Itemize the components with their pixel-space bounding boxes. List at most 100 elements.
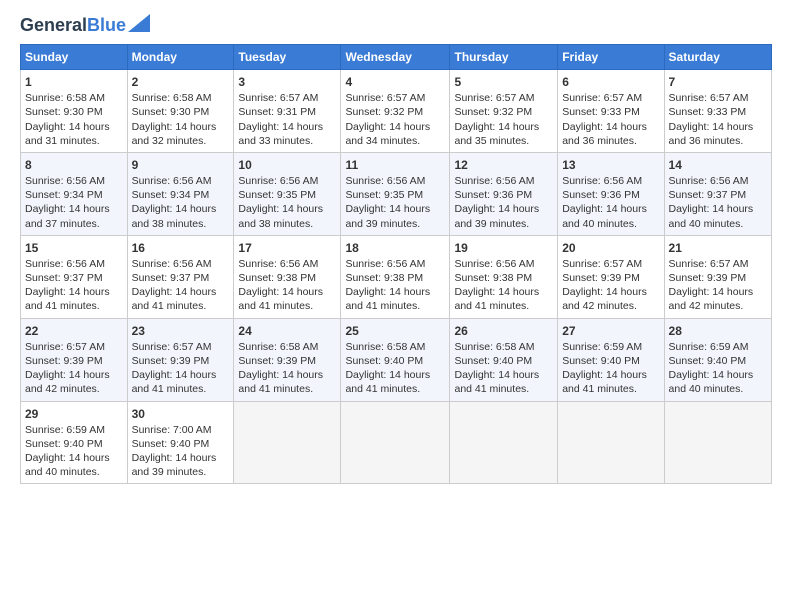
calendar-cell: 3 Sunrise: 6:57 AM Sunset: 9:31 PM Dayli… bbox=[234, 70, 341, 153]
sunset-label: Sunset: 9:40 PM bbox=[132, 438, 210, 450]
sunset-label: Sunset: 9:34 PM bbox=[132, 189, 210, 201]
daylight-label: Daylight: 14 hours and 41 minutes. bbox=[345, 286, 430, 312]
calendar-cell: 1 Sunrise: 6:58 AM Sunset: 9:30 PM Dayli… bbox=[21, 70, 128, 153]
calendar-cell: 25 Sunrise: 6:58 AM Sunset: 9:40 PM Dayl… bbox=[341, 318, 450, 401]
calendar-cell: 24 Sunrise: 6:58 AM Sunset: 9:39 PM Dayl… bbox=[234, 318, 341, 401]
calendar-cell bbox=[558, 401, 664, 484]
calendar-cell: 2 Sunrise: 6:58 AM Sunset: 9:30 PM Dayli… bbox=[127, 70, 234, 153]
sunset-label: Sunset: 9:40 PM bbox=[25, 438, 103, 450]
daylight-label: Daylight: 14 hours and 40 minutes. bbox=[25, 452, 110, 478]
sunset-label: Sunset: 9:40 PM bbox=[562, 355, 640, 367]
sunrise-label: Sunrise: 6:57 AM bbox=[562, 92, 642, 104]
sunset-label: Sunset: 9:36 PM bbox=[454, 189, 532, 201]
sunset-label: Sunset: 9:40 PM bbox=[669, 355, 747, 367]
calendar-cell: 21 Sunrise: 6:57 AM Sunset: 9:39 PM Dayl… bbox=[664, 235, 771, 318]
sunrise-label: Sunrise: 6:56 AM bbox=[669, 175, 749, 187]
day-number: 16 bbox=[132, 240, 230, 256]
daylight-label: Daylight: 14 hours and 39 minutes. bbox=[454, 203, 539, 229]
sunset-label: Sunset: 9:37 PM bbox=[132, 272, 210, 284]
daylight-label: Daylight: 14 hours and 39 minutes. bbox=[345, 203, 430, 229]
col-tuesday: Tuesday bbox=[234, 45, 341, 70]
sunset-label: Sunset: 9:34 PM bbox=[25, 189, 103, 201]
daylight-label: Daylight: 14 hours and 35 minutes. bbox=[454, 121, 539, 147]
sunrise-label: Sunrise: 6:57 AM bbox=[454, 92, 534, 104]
day-number: 24 bbox=[238, 323, 336, 339]
day-number: 29 bbox=[25, 406, 123, 422]
daylight-label: Daylight: 14 hours and 41 minutes. bbox=[132, 369, 217, 395]
col-wednesday: Wednesday bbox=[341, 45, 450, 70]
calendar-cell: 17 Sunrise: 6:56 AM Sunset: 9:38 PM Dayl… bbox=[234, 235, 341, 318]
sunrise-label: Sunrise: 6:57 AM bbox=[132, 341, 212, 353]
daylight-label: Daylight: 14 hours and 40 minutes. bbox=[669, 369, 754, 395]
col-friday: Friday bbox=[558, 45, 664, 70]
sunset-label: Sunset: 9:40 PM bbox=[454, 355, 532, 367]
sunset-label: Sunset: 9:38 PM bbox=[238, 272, 316, 284]
sunset-label: Sunset: 9:31 PM bbox=[238, 106, 316, 118]
daylight-label: Daylight: 14 hours and 41 minutes. bbox=[454, 286, 539, 312]
sunset-label: Sunset: 9:37 PM bbox=[25, 272, 103, 284]
daylight-label: Daylight: 14 hours and 33 minutes. bbox=[238, 121, 323, 147]
sunrise-label: Sunrise: 6:56 AM bbox=[345, 175, 425, 187]
calendar-cell: 4 Sunrise: 6:57 AM Sunset: 9:32 PM Dayli… bbox=[341, 70, 450, 153]
sunset-label: Sunset: 9:39 PM bbox=[669, 272, 747, 284]
sunrise-label: Sunrise: 6:58 AM bbox=[238, 341, 318, 353]
daylight-label: Daylight: 14 hours and 31 minutes. bbox=[25, 121, 110, 147]
calendar-cell: 28 Sunrise: 6:59 AM Sunset: 9:40 PM Dayl… bbox=[664, 318, 771, 401]
sunrise-label: Sunrise: 6:59 AM bbox=[562, 341, 642, 353]
day-number: 1 bbox=[25, 74, 123, 90]
day-number: 10 bbox=[238, 157, 336, 173]
calendar-cell: 9 Sunrise: 6:56 AM Sunset: 9:34 PM Dayli… bbox=[127, 152, 234, 235]
day-number: 27 bbox=[562, 323, 659, 339]
calendar-week-row: 29 Sunrise: 6:59 AM Sunset: 9:40 PM Dayl… bbox=[21, 401, 772, 484]
daylight-label: Daylight: 14 hours and 42 minutes. bbox=[562, 286, 647, 312]
calendar-cell: 10 Sunrise: 6:56 AM Sunset: 9:35 PM Dayl… bbox=[234, 152, 341, 235]
calendar-cell: 20 Sunrise: 6:57 AM Sunset: 9:39 PM Dayl… bbox=[558, 235, 664, 318]
daylight-label: Daylight: 14 hours and 36 minutes. bbox=[669, 121, 754, 147]
daylight-label: Daylight: 14 hours and 41 minutes. bbox=[345, 369, 430, 395]
day-number: 9 bbox=[132, 157, 230, 173]
logo: GeneralBlue bbox=[20, 16, 150, 34]
sunset-label: Sunset: 9:37 PM bbox=[669, 189, 747, 201]
day-number: 30 bbox=[132, 406, 230, 422]
sunset-label: Sunset: 9:38 PM bbox=[454, 272, 532, 284]
daylight-label: Daylight: 14 hours and 38 minutes. bbox=[132, 203, 217, 229]
calendar-week-row: 8 Sunrise: 6:56 AM Sunset: 9:34 PM Dayli… bbox=[21, 152, 772, 235]
sunset-label: Sunset: 9:39 PM bbox=[132, 355, 210, 367]
sunset-label: Sunset: 9:39 PM bbox=[25, 355, 103, 367]
daylight-label: Daylight: 14 hours and 42 minutes. bbox=[669, 286, 754, 312]
calendar-cell: 7 Sunrise: 6:57 AM Sunset: 9:33 PM Dayli… bbox=[664, 70, 771, 153]
daylight-label: Daylight: 14 hours and 41 minutes. bbox=[25, 286, 110, 312]
sunrise-label: Sunrise: 6:58 AM bbox=[132, 92, 212, 104]
sunrise-label: Sunrise: 6:56 AM bbox=[238, 175, 318, 187]
daylight-label: Daylight: 14 hours and 41 minutes. bbox=[238, 369, 323, 395]
daylight-label: Daylight: 14 hours and 41 minutes. bbox=[562, 369, 647, 395]
calendar-cell: 11 Sunrise: 6:56 AM Sunset: 9:35 PM Dayl… bbox=[341, 152, 450, 235]
sunrise-label: Sunrise: 6:56 AM bbox=[132, 258, 212, 270]
calendar-cell: 6 Sunrise: 6:57 AM Sunset: 9:33 PM Dayli… bbox=[558, 70, 664, 153]
day-number: 21 bbox=[669, 240, 767, 256]
sunrise-label: Sunrise: 6:56 AM bbox=[25, 175, 105, 187]
day-number: 20 bbox=[562, 240, 659, 256]
sunset-label: Sunset: 9:33 PM bbox=[669, 106, 747, 118]
sunset-label: Sunset: 9:30 PM bbox=[132, 106, 210, 118]
calendar-cell: 30 Sunrise: 7:00 AM Sunset: 9:40 PM Dayl… bbox=[127, 401, 234, 484]
calendar-cell: 8 Sunrise: 6:56 AM Sunset: 9:34 PM Dayli… bbox=[21, 152, 128, 235]
day-number: 4 bbox=[345, 74, 445, 90]
sunrise-label: Sunrise: 6:56 AM bbox=[345, 258, 425, 270]
calendar-cell: 13 Sunrise: 6:56 AM Sunset: 9:36 PM Dayl… bbox=[558, 152, 664, 235]
calendar-cell: 22 Sunrise: 6:57 AM Sunset: 9:39 PM Dayl… bbox=[21, 318, 128, 401]
calendar-cell bbox=[234, 401, 341, 484]
sunset-label: Sunset: 9:32 PM bbox=[345, 106, 423, 118]
col-monday: Monday bbox=[127, 45, 234, 70]
sunset-label: Sunset: 9:36 PM bbox=[562, 189, 640, 201]
sunrise-label: Sunrise: 6:57 AM bbox=[669, 92, 749, 104]
sunset-label: Sunset: 9:38 PM bbox=[345, 272, 423, 284]
day-number: 7 bbox=[669, 74, 767, 90]
daylight-label: Daylight: 14 hours and 41 minutes. bbox=[454, 369, 539, 395]
day-number: 18 bbox=[345, 240, 445, 256]
day-number: 15 bbox=[25, 240, 123, 256]
calendar-cell: 16 Sunrise: 6:56 AM Sunset: 9:37 PM Dayl… bbox=[127, 235, 234, 318]
day-number: 12 bbox=[454, 157, 553, 173]
sunrise-label: Sunrise: 7:00 AM bbox=[132, 424, 212, 436]
col-thursday: Thursday bbox=[450, 45, 558, 70]
